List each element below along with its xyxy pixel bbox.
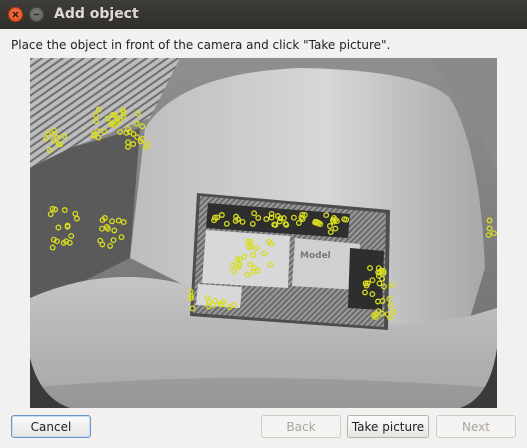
minimize-icon[interactable] [29,7,44,22]
camera-preview: Model [30,58,497,408]
card-label: Model [300,251,331,261]
camera-frame: Model [30,58,497,408]
next-button[interactable]: Next [436,415,516,438]
close-icon[interactable] [8,7,23,22]
back-button[interactable]: Back [261,415,341,438]
cancel-button[interactable]: Cancel [11,415,91,438]
window-title: Add object [54,6,139,22]
take-picture-button[interactable]: Take picture [347,415,429,438]
title-bar: Add object [0,0,527,29]
instruction-text: Place the object in front of the camera … [11,38,391,52]
